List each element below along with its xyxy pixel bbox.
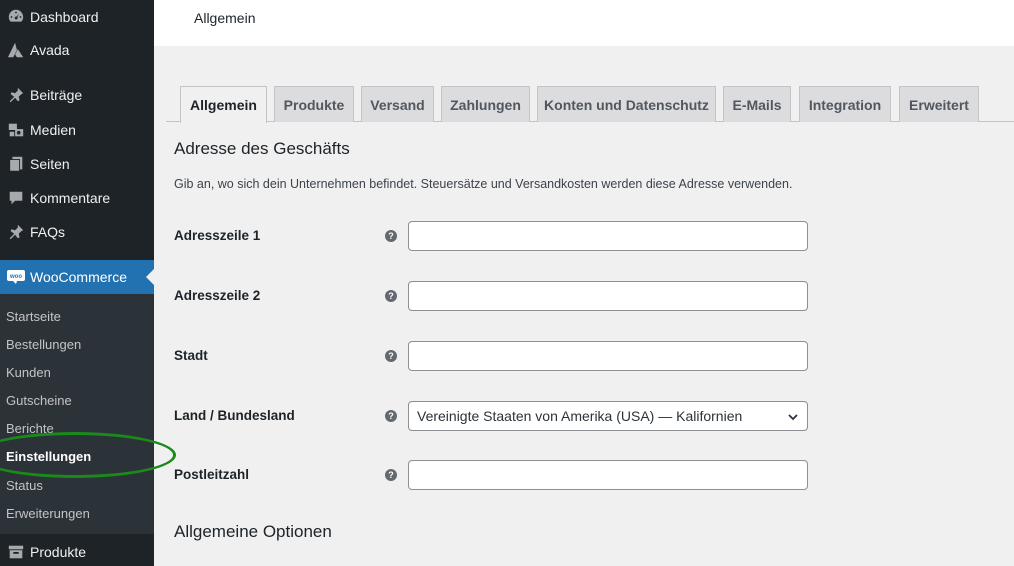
help-icon[interactable]: ? <box>385 290 397 302</box>
sidebar-item-produkte[interactable]: Produkte <box>0 535 154 566</box>
page-title: Allgemein <box>194 10 256 26</box>
help-icon[interactable]: ? <box>385 410 397 422</box>
field-label-adresszeile-2: Adresszeile 2 <box>174 288 261 303</box>
tab-produkte[interactable]: Produkte <box>274 86 354 122</box>
sidebar-item-beitraege[interactable]: Beiträge <box>0 78 154 112</box>
sidebar-item-label: Avada <box>30 42 70 58</box>
submenu-item-bestellungen[interactable]: Bestellungen <box>6 337 81 352</box>
field-label-land-bundesland: Land / Bundesland <box>174 408 295 423</box>
dashboard-icon <box>0 8 30 26</box>
city-input[interactable] <box>408 341 808 371</box>
media-icon <box>0 121 30 139</box>
submenu-item-status[interactable]: Status <box>6 478 43 493</box>
submenu-item-kunden[interactable]: Kunden <box>6 365 51 380</box>
sidebar-item-label: Seiten <box>30 156 70 172</box>
country-state-select[interactable]: Vereinigte Staaten von Amerika (USA) — K… <box>408 401 808 431</box>
tab-konten-und-datenschutz[interactable]: Konten und Datenschutz <box>537 86 716 122</box>
sidebar-item-dashboard[interactable]: Dashboard <box>0 0 154 34</box>
tab-versand[interactable]: Versand <box>361 86 434 122</box>
sidebar-item-faqs[interactable]: FAQs <box>0 215 154 249</box>
tab-e-mails[interactable]: E-Mails <box>723 86 791 122</box>
field-label-adresszeile-1: Adresszeile 1 <box>174 228 261 243</box>
submenu-item-startseite[interactable]: Startseite <box>6 309 61 324</box>
sidebar-item-label: FAQs <box>30 224 66 240</box>
section-title-general-options: Allgemeine Optionen <box>174 522 332 541</box>
tab-allgemein[interactable]: Allgemein <box>180 86 267 123</box>
tab-integration[interactable]: Integration <box>799 86 891 122</box>
sidebar-item-label: Produkte <box>30 544 87 560</box>
woocommerce-icon: woo <box>0 269 30 285</box>
country-state-selected-value: Vereinigte Staaten von Amerika (USA) — K… <box>417 408 743 424</box>
tab-zahlungen[interactable]: Zahlungen <box>441 86 530 122</box>
address-line-2-input[interactable] <box>408 281 808 311</box>
pushpin-icon <box>0 223 30 241</box>
sidebar-item-label: Beiträge <box>30 87 83 103</box>
address-line-1-input[interactable] <box>408 221 808 251</box>
sidebar-item-seiten[interactable]: Seiten <box>0 147 154 181</box>
sidebar-item-avada[interactable]: Avada <box>0 33 154 67</box>
pages-icon <box>0 155 30 173</box>
help-icon[interactable]: ? <box>385 350 397 362</box>
chevron-down-icon <box>787 410 799 426</box>
submenu-item-erweiterungen[interactable]: Erweiterungen <box>6 506 90 521</box>
sidebar-item-label: Medien <box>30 122 76 138</box>
sidebar-item-woocommerce[interactable]: woo WooCommerce <box>0 260 154 294</box>
submenu-item-einstellungen[interactable]: Einstellungen <box>6 449 91 464</box>
sidebar-item-medien[interactable]: Medien <box>0 113 154 147</box>
page-header: Allgemein <box>154 0 1014 46</box>
woocommerce-submenu: Startseite Bestellungen Kunden Gutschein… <box>0 294 154 534</box>
sidebar-item-label: Dashboard <box>30 9 99 25</box>
postcode-input[interactable] <box>408 460 808 490</box>
archive-icon <box>0 543 30 561</box>
svg-text:woo: woo <box>9 274 22 280</box>
help-icon[interactable]: ? <box>385 230 397 242</box>
comment-icon <box>0 189 30 207</box>
pushpin-icon <box>0 86 30 104</box>
sidebar-item-label: Kommentare <box>30 190 111 206</box>
submenu-item-berichte[interactable]: Berichte <box>6 421 54 436</box>
field-label-stadt: Stadt <box>174 348 208 363</box>
help-icon[interactable]: ? <box>385 469 397 481</box>
section-description: Gib an, wo sich dein Unternehmen befinde… <box>174 177 793 191</box>
tab-erweitert[interactable]: Erweitert <box>899 86 979 122</box>
sidebar-item-kommentare[interactable]: Kommentare <box>0 181 154 215</box>
field-label-postleitzahl: Postleitzahl <box>174 467 250 482</box>
submenu-item-gutscheine[interactable]: Gutscheine <box>6 393 72 408</box>
avada-icon <box>0 41 30 59</box>
section-title: Adresse des Geschäfts <box>174 139 350 158</box>
admin-sidebar: Dashboard Avada Beiträge Medien Seiten K… <box>0 0 154 566</box>
sidebar-item-label: WooCommerce <box>30 269 127 285</box>
